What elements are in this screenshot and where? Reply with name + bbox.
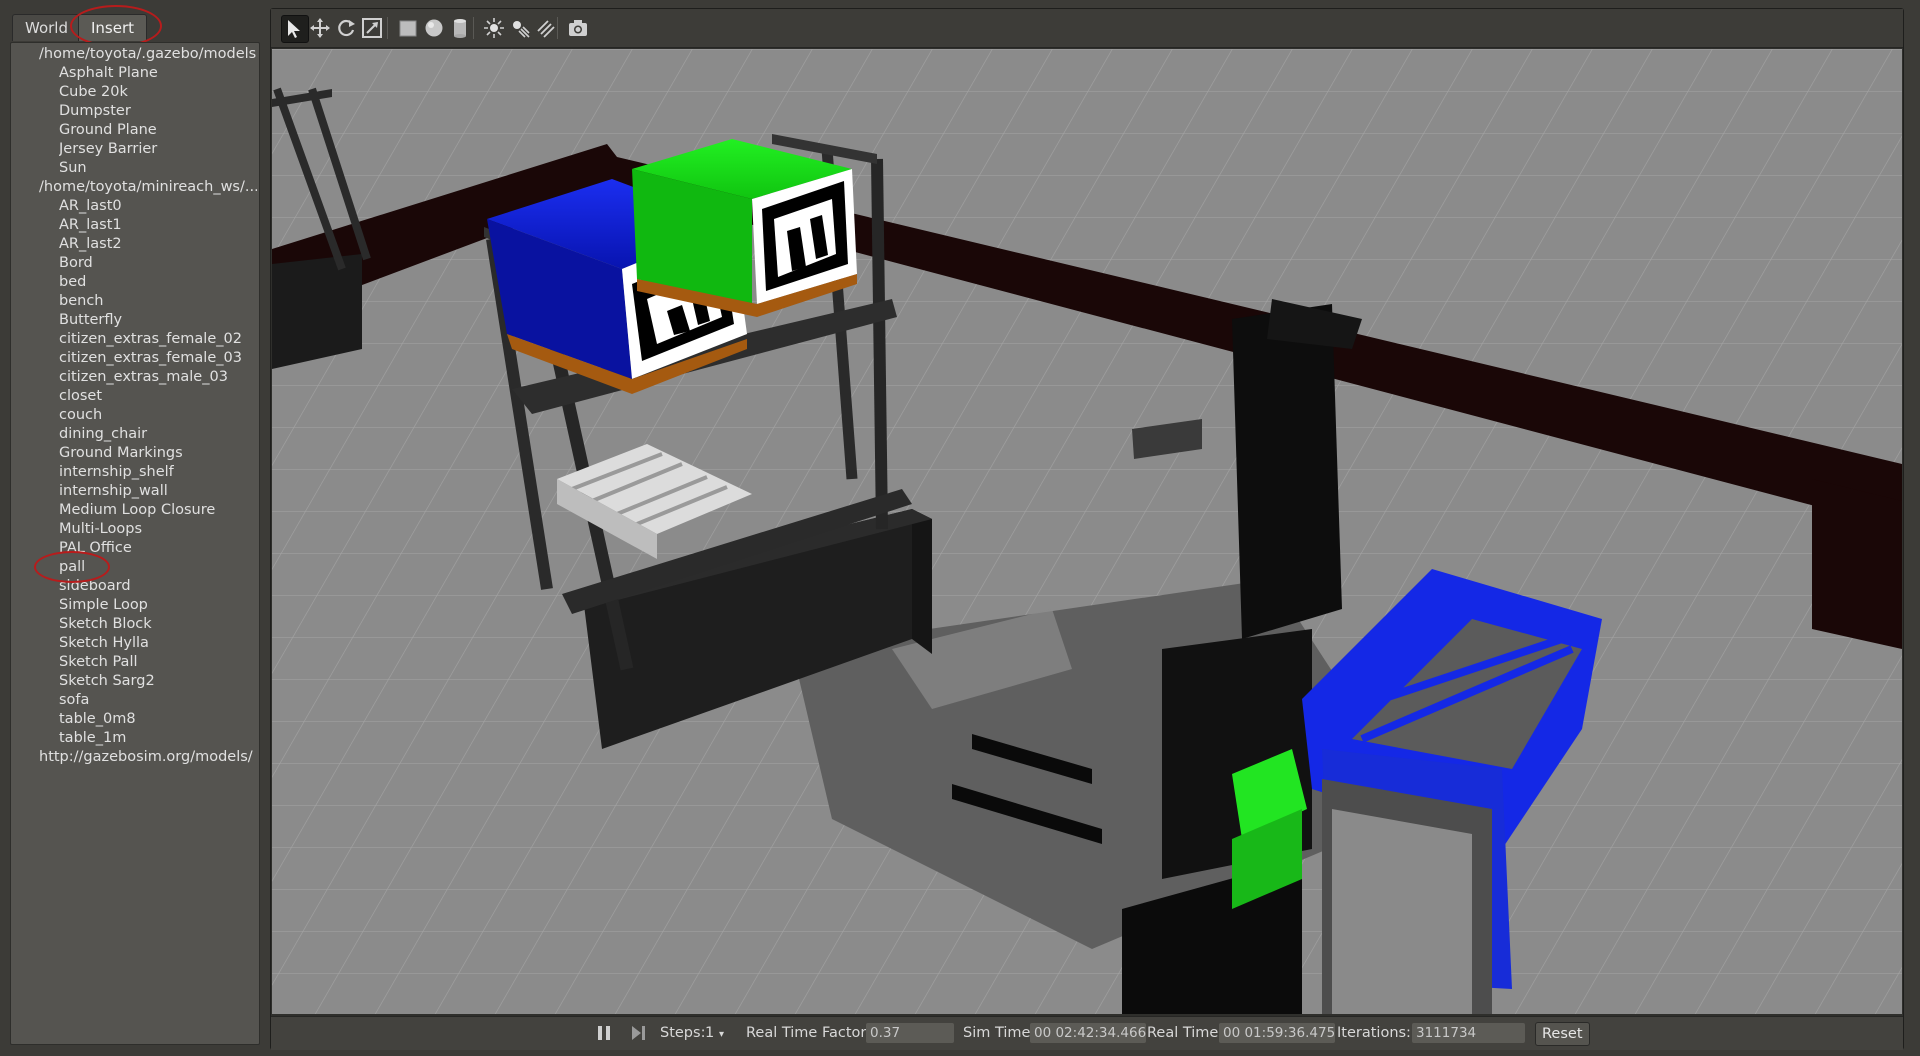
tree-item-model[interactable]: pall (59, 558, 257, 577)
toolbar-separator (387, 17, 388, 39)
tree-item-model[interactable]: table_0m8 (59, 710, 257, 729)
tree-item-model[interactable]: internship_shelf (59, 463, 257, 482)
tree-item-model[interactable]: sofa (59, 691, 257, 710)
tree-directory[interactable]: /home/toyota/minireach_ws/... (39, 178, 257, 197)
tree-item-model[interactable]: Jersey Barrier (59, 140, 257, 159)
tree-item-model[interactable]: internship_wall (59, 482, 257, 501)
rtf-value: 0.37 (866, 1023, 954, 1043)
sphere-shape-icon[interactable] (421, 15, 447, 41)
cylinder-shape-icon[interactable] (447, 15, 473, 41)
tree-item-model[interactable]: Sketch Sarg2 (59, 672, 257, 691)
tree-item-model[interactable]: Butterfly (59, 311, 257, 330)
tree-item-model[interactable]: Medium Loop Closure (59, 501, 257, 520)
tree-item-model[interactable]: closet (59, 387, 257, 406)
spot-light-icon[interactable] (507, 15, 533, 41)
tree-item-model[interactable]: AR_last1 (59, 216, 257, 235)
tree-directory[interactable]: /home/toyota/.gazebo/models (39, 45, 257, 64)
toolbar-separator (557, 17, 558, 39)
tree-item-model[interactable]: PAL Office (59, 539, 257, 558)
tree-item-model[interactable]: couch (59, 406, 257, 425)
steps-value[interactable]: 1 (705, 1025, 714, 1041)
point-light-icon[interactable] (481, 15, 507, 41)
tree-item-model[interactable]: citizen_extras_male_03 (59, 368, 257, 387)
box-shape-icon[interactable] (395, 15, 421, 41)
tree-item-model[interactable]: Sketch Pall (59, 653, 257, 672)
tree-item-model[interactable]: Sun (59, 159, 257, 178)
tree-item-model[interactable]: AR_last2 (59, 235, 257, 254)
tree-item-model[interactable]: Ground Markings (59, 444, 257, 463)
tree-item-model[interactable]: Asphalt Plane (59, 64, 257, 83)
tree-item-model[interactable]: Bord (59, 254, 257, 273)
sim-time-label: Sim Time: (963, 1025, 1036, 1041)
tree-item-model[interactable]: sideboard (59, 577, 257, 596)
screenshot-icon[interactable] (565, 15, 591, 41)
3d-scene-viewport[interactable] (272, 49, 1902, 1014)
tree-item-model[interactable]: Ground Plane (59, 121, 257, 140)
translate-icon[interactable] (307, 15, 333, 41)
tree-item-model[interactable]: Multi-Loops (59, 520, 257, 539)
directional-light-icon[interactable] (533, 15, 559, 41)
panel-tabs: World Insert (10, 5, 260, 47)
step-forward-icon[interactable] (630, 1024, 646, 1042)
real-time-value: 00 01:59:36.475 (1219, 1023, 1335, 1043)
tree-item-model[interactable]: Dumpster (59, 102, 257, 121)
rtf-label: Real Time Factor: (746, 1025, 871, 1041)
left-panel: World Insert /home/toyota/.gazebo/models… (10, 5, 260, 1045)
steps-spin-icon[interactable]: ▾ (719, 1029, 724, 1040)
toolbar-separator (473, 17, 474, 39)
tree-item-model[interactable]: table_1m (59, 729, 257, 748)
tree-item-model[interactable]: citizen_extras_female_02 (59, 330, 257, 349)
tree-item-model[interactable]: Sketch Hylla (59, 634, 257, 653)
rotate-icon[interactable] (333, 15, 359, 41)
tab-insert[interactable]: Insert (78, 14, 148, 41)
sim-time-value: 00 02:42:34.466 (1030, 1023, 1146, 1043)
tree-item-model[interactable]: Simple Loop (59, 596, 257, 615)
tree-item-model[interactable]: bench (59, 292, 257, 311)
tree-item-model[interactable]: AR_last0 (59, 197, 257, 216)
iterations-value: 3111734 (1412, 1023, 1525, 1043)
status-bar: Steps: 1 ▾ Real Time Factor: 0.37 Sim Ti… (271, 1016, 1903, 1050)
tree-item-model[interactable]: citizen_extras_female_03 (59, 349, 257, 368)
right-wall-segment (1812, 479, 1902, 649)
viewport-frame: Steps: 1 ▾ Real Time Factor: 0.37 Sim Ti… (270, 8, 1904, 1050)
pause-icon[interactable] (596, 1024, 612, 1042)
green-ar-box (632, 139, 857, 317)
tree-directory[interactable]: http://gazebosim.org/models/ (39, 748, 257, 767)
tab-world[interactable]: World (12, 14, 81, 41)
scene-render (272, 49, 1902, 1014)
tree-item-model[interactable]: Cube 20k (59, 83, 257, 102)
reset-button[interactable]: Reset (1535, 1022, 1590, 1046)
tree-item-model[interactable]: dining_chair (59, 425, 257, 444)
tree-item-model[interactable]: Sketch Block (59, 615, 257, 634)
steps-label: Steps: (660, 1025, 706, 1041)
model-tree[interactable]: /home/toyota/.gazebo/models Asphalt Plane… (10, 42, 260, 1045)
real-time-label: Real Time: (1147, 1025, 1224, 1041)
iterations-label: Iterations: (1337, 1025, 1411, 1041)
select-icon[interactable] (281, 15, 309, 43)
scale-icon[interactable] (359, 15, 385, 41)
tree-item-model[interactable]: bed (59, 273, 257, 292)
toolbar (271, 9, 1903, 48)
